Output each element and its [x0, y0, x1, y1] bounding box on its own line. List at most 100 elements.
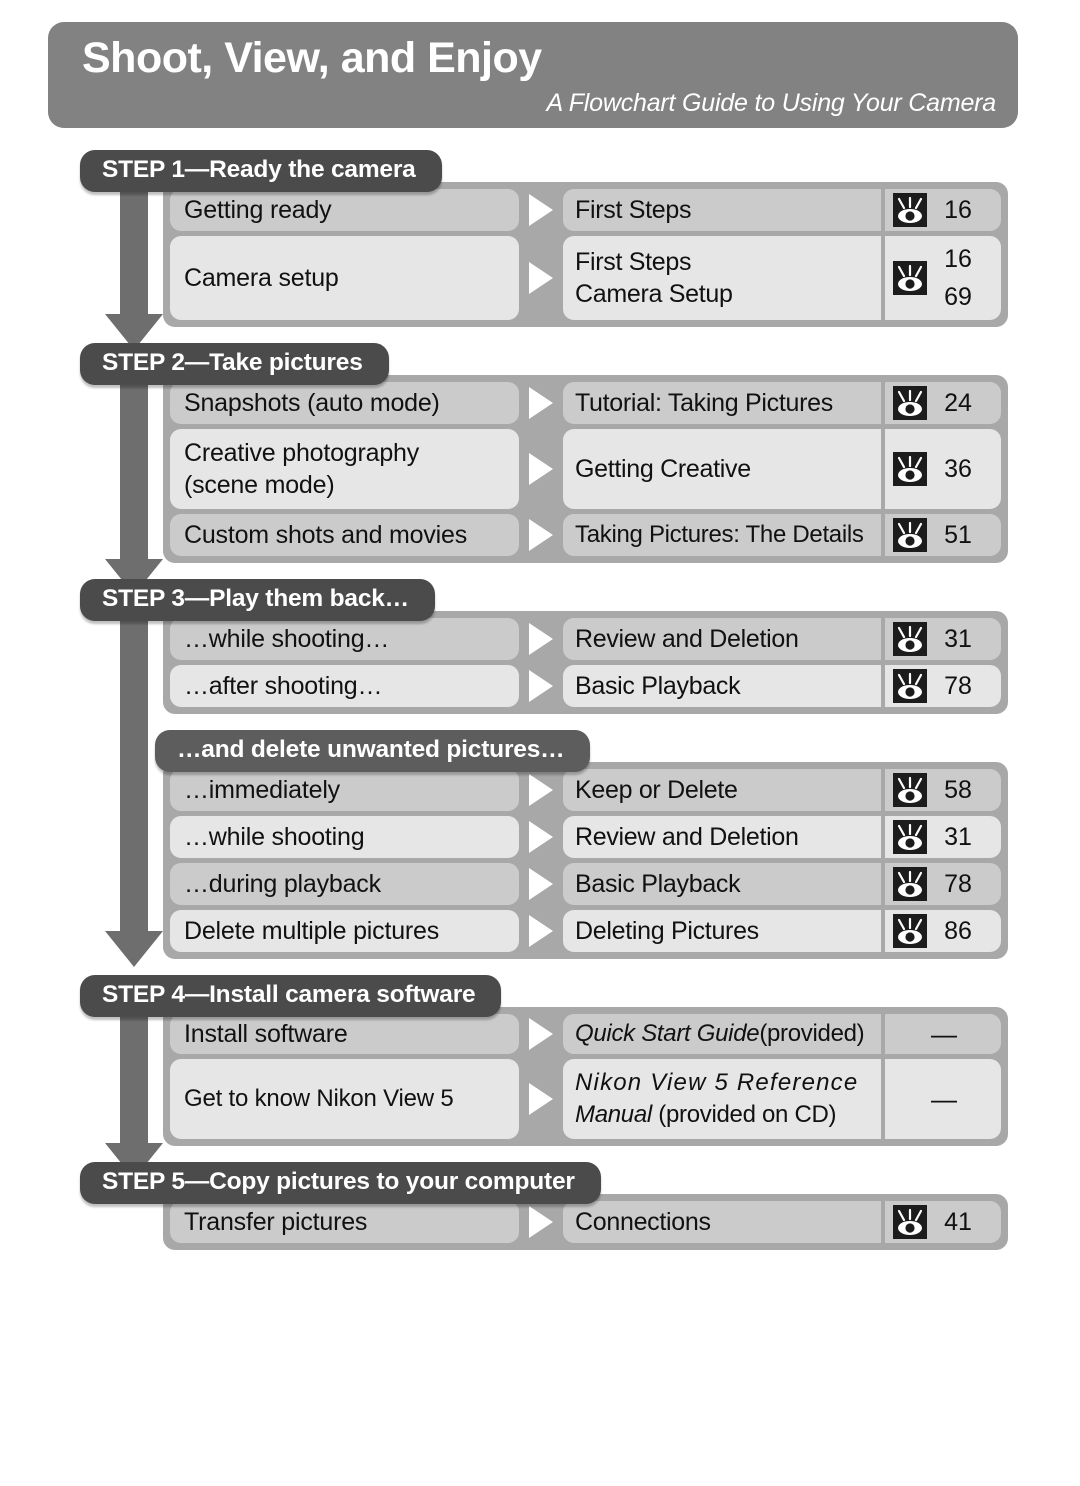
reference-cell: Taking Pictures: The Details [563, 514, 881, 556]
section-step-1: STEP 1—Ready the camera Getting ready Fi… [0, 150, 1080, 350]
down-arrow-1 [105, 186, 163, 350]
page-cell: — [881, 1014, 1001, 1054]
page-cell: — [881, 1059, 1001, 1139]
flowchart: STEP 1—Ready the camera Getting ready Fi… [0, 150, 1080, 1250]
page-number: 69 [944, 283, 972, 311]
eye-icon [893, 867, 927, 901]
eye-icon [893, 261, 927, 295]
page-number: 36 [944, 455, 972, 483]
step-header-4: STEP 4—Install camera software [80, 975, 502, 1017]
reference-cell: Nikon View 5 Reference Manual (provided o… [563, 1059, 881, 1139]
triangle-right-icon [529, 670, 553, 702]
table-row[interactable]: …while shooting Review and Deletion 31 [170, 816, 1001, 858]
page-cell: 51 [881, 514, 1001, 556]
triangle-right-icon [529, 1083, 553, 1115]
step-1-table: Getting ready First Steps 16 Camera setu… [163, 182, 1008, 327]
step-4-table: Install software Quick Start Guide (prov… [163, 1007, 1008, 1146]
page-cell: 86 [881, 910, 1001, 952]
page-number: 51 [944, 521, 972, 549]
down-arrow-icon [105, 931, 163, 967]
page-cell: 41 [881, 1201, 1001, 1243]
connector [519, 816, 563, 858]
connector [519, 514, 563, 556]
connector [519, 189, 563, 231]
page-number: 78 [944, 870, 972, 898]
page-cell: 58 [881, 769, 1001, 811]
triangle-right-icon [529, 821, 553, 853]
table-row[interactable]: Snapshots (auto mode) Tutorial: Taking P… [170, 382, 1001, 424]
reference-cell: Connections [563, 1201, 881, 1243]
triangle-right-icon [529, 774, 553, 806]
connector [519, 1059, 563, 1139]
connector [519, 863, 563, 905]
table-row[interactable]: Get to know Nikon View 5 Nikon View 5 Re… [170, 1059, 1001, 1139]
reference-title: Nikon View 5 Reference [575, 1069, 859, 1096]
reference-cell: First Steps Camera Setup [563, 236, 881, 320]
page-number: — [931, 1018, 957, 1049]
section-step-2: STEP 2—Take pictures Snapshots (auto mod… [0, 343, 1080, 595]
table-row[interactable]: Creative photography (scene mode) Getting… [170, 429, 1001, 509]
triangle-right-icon [529, 868, 553, 900]
page-number: 41 [944, 1208, 972, 1236]
page-number: — [931, 1083, 957, 1114]
task-cell: …after shooting… [170, 665, 519, 707]
task-cell: Getting ready [170, 189, 519, 231]
reference-cell: Keep or Delete [563, 769, 881, 811]
connector [519, 382, 563, 424]
down-arrow-3 [105, 615, 163, 967]
connector [519, 769, 563, 811]
triangle-right-icon [529, 1206, 553, 1238]
connector [519, 1201, 563, 1243]
page-number: 16 [944, 245, 972, 273]
eye-icon [893, 773, 927, 807]
triangle-right-icon [529, 915, 553, 947]
eye-icon [893, 1205, 927, 1239]
eye-icon [893, 193, 927, 227]
table-row[interactable]: Install software Quick Start Guide (prov… [170, 1014, 1001, 1054]
section-step-4: STEP 4—Install camera software Install s… [0, 975, 1080, 1179]
page-banner: Shoot, View, and Enjoy A Flowchart Guide… [48, 22, 1018, 128]
page-cell: 78 [881, 863, 1001, 905]
table-row[interactable]: …during playback Basic Playback 78 [170, 863, 1001, 905]
eye-icon [893, 386, 927, 420]
reference-cell: Deleting Pictures [563, 910, 881, 952]
table-row[interactable]: Transfer pictures Connections 41 [170, 1201, 1001, 1243]
page-cell: 16 69 [881, 236, 1001, 320]
reference-cell: Review and Deletion [563, 816, 881, 858]
task-cell: Camera setup [170, 236, 519, 320]
page-number: 86 [944, 917, 972, 945]
table-row[interactable]: Getting ready First Steps 16 [170, 189, 1001, 231]
table-row[interactable]: …after shooting… Basic Playback 78 [170, 665, 1001, 707]
page-cell: 31 [881, 816, 1001, 858]
table-row[interactable]: …immediately Keep or Delete 58 [170, 769, 1001, 811]
table-row[interactable]: Camera setup First Steps Camera Setup 16… [170, 236, 1001, 320]
step-3-table: …while shooting… Review and Deletion 31 [163, 611, 1008, 714]
step-header-1: STEP 1—Ready the camera [80, 150, 442, 192]
reference-note: (provided on CD) [651, 1101, 837, 1128]
task-cell: …while shooting [170, 816, 519, 858]
sub-header-delete: …and delete unwanted pictures… [155, 730, 591, 772]
reference-cell: Review and Deletion [563, 618, 881, 660]
eye-icon [893, 622, 927, 656]
step-2-table: Snapshots (auto mode) Tutorial: Taking P… [163, 375, 1008, 563]
eye-icon [893, 820, 927, 854]
reference-cell: Quick Start Guide (provided) [563, 1014, 881, 1054]
table-row[interactable]: …while shooting… Review and Deletion 31 [170, 618, 1001, 660]
page-number: 78 [944, 672, 972, 700]
table-row[interactable]: Delete multiple pictures Deleting Pictur… [170, 910, 1001, 952]
page-subtitle: A Flowchart Guide to Using Your Camera [546, 89, 996, 117]
connector [519, 1014, 563, 1054]
eye-icon [893, 518, 927, 552]
triangle-right-icon [529, 387, 553, 419]
section-step-5: STEP 5—Copy pictures to your computer Tr… [0, 1162, 1080, 1250]
reference-title: Quick Start Guide [575, 1020, 760, 1047]
reference-title-2: Manual [575, 1101, 652, 1128]
page-cell: 36 [881, 429, 1001, 509]
table-row[interactable]: Custom shots and movies Taking Pictures:… [170, 514, 1001, 556]
task-cell: Transfer pictures [170, 1201, 519, 1243]
page-number: 31 [944, 625, 972, 653]
triangle-right-icon [529, 519, 553, 551]
step-header-3: STEP 3—Play them back… [80, 579, 435, 621]
page-cell: 78 [881, 665, 1001, 707]
eye-icon [893, 914, 927, 948]
